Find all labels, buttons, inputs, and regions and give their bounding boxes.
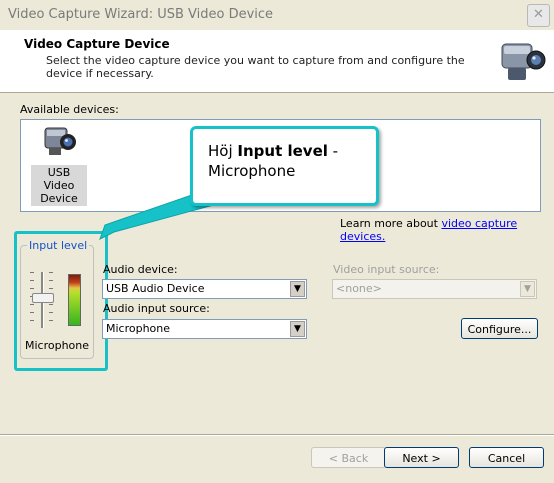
callout-line2: Microphone — [208, 162, 296, 180]
callout-bold: Input level — [237, 142, 328, 160]
callout-prefix: Höj — [208, 142, 238, 160]
callout-box: Höj Input level - Microphone — [190, 126, 379, 206]
callout-suffix: - — [327, 142, 339, 160]
callout-arrow — [99, 187, 234, 241]
callout-text: Höj Input level - Microphone — [208, 141, 338, 181]
